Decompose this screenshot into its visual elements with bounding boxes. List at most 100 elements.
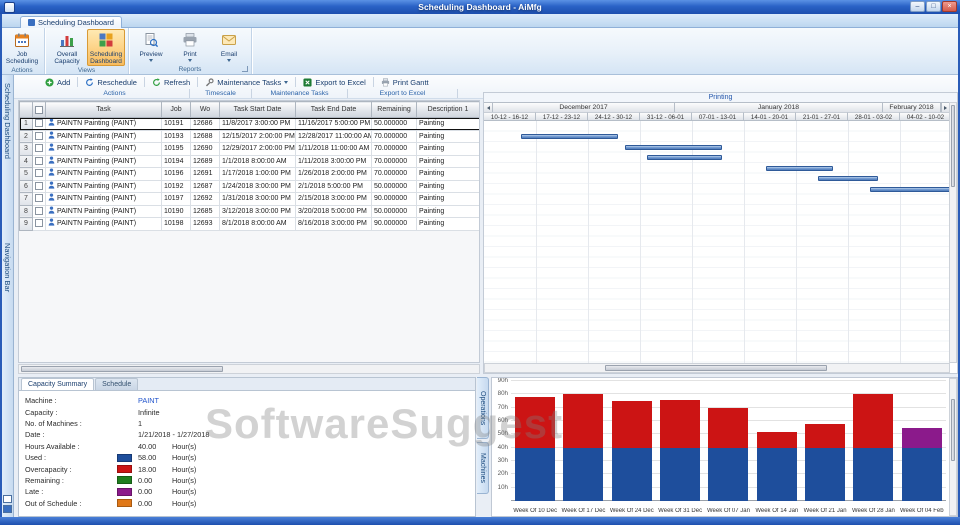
gantt-task-bar[interactable] [870,187,950,192]
row-checkbox[interactable] [35,207,43,215]
table-row[interactable]: 5PAINTN Painting (PAINT)10196126911/17/2… [20,168,480,181]
minimize-button[interactable]: – [910,1,925,12]
gantt-vertical-scrollbar[interactable] [949,102,957,363]
row-checkbox[interactable] [35,169,43,177]
tab-capacity-summary[interactable]: Capacity Summary [21,378,94,390]
task-cell[interactable]: PAINTN Painting (PAINT) [46,155,162,168]
field-unit: Hour(s) [172,442,196,451]
toolbar-button-maintenance-tasks[interactable]: Maintenance Tasks [200,76,293,88]
start-date-cell: 1/31/2018 3:00:00 PM [220,193,296,206]
navbar-scheduling-dashboard-label[interactable]: Scheduling Dashboard [3,83,12,159]
toolbar-button-export-to-excel[interactable]: Export to Excel [298,76,370,88]
bar-segment-overcapacity [515,397,555,448]
tab-machines[interactable]: Machines [477,442,489,494]
wo-cell: 12688 [191,130,220,143]
panel-layout-alt-icon[interactable] [3,505,12,513]
field-value[interactable]: PAINT [138,396,168,405]
gantt-task-bar[interactable] [647,155,721,160]
task-cell[interactable]: PAINTN Painting (PAINT) [46,193,162,206]
toolbar-button-add[interactable]: Add [40,76,75,88]
row-checkbox[interactable] [35,132,43,140]
close-button[interactable]: × [942,1,957,12]
navbar-label[interactable]: Navigation Bar [3,243,12,292]
table-row[interactable]: 4PAINTN Painting (PAINT)10194126891/1/20… [20,155,480,168]
column-header-task[interactable]: Task [46,102,162,118]
gantt-scroll-left-button[interactable] [484,102,493,112]
gantt-horizontal-scrollbar[interactable] [484,363,950,373]
dialog-launcher-icon[interactable] [242,66,248,72]
button-label: Overall Capacity [49,51,85,65]
toolbar-button-print-gantt[interactable]: Print Gantt [376,76,434,88]
end-date-cell: 11/16/2017 5:00:00 PM [296,118,372,131]
gantt-task-bar[interactable] [766,166,833,171]
row-checkbox[interactable] [35,157,43,165]
overall-capacity-button[interactable]: Overall Capacity [48,29,86,66]
row-checkbox[interactable] [35,194,43,202]
chart-bar [660,400,700,501]
gantt-task-bar[interactable] [625,145,722,150]
table-row[interactable]: 2PAINTN Painting (PAINT)101931268812/15/… [20,130,480,143]
scrollbar-thumb[interactable] [21,366,223,372]
start-date-cell: 12/15/2017 2:00:00 PM [220,130,296,143]
panel-layout-icon[interactable] [3,495,12,503]
column-header-description-1[interactable]: Description 1 [417,102,480,118]
tab-operations[interactable]: Operations [477,377,489,439]
job-scheduling-button[interactable]: Job Scheduling [3,29,41,66]
field-label: Machine : [25,396,117,405]
toolbar-button-refresh[interactable]: Refresh [147,76,195,88]
gantt-task-bar[interactable] [818,176,877,181]
row-checkbox[interactable] [35,219,43,227]
print-button[interactable]: Print [171,29,209,64]
task-cell[interactable]: PAINTN Painting (PAINT) [46,130,162,143]
gantt-printing-label[interactable]: Printing [484,93,957,102]
task-cell[interactable]: PAINTN Painting (PAINT) [46,180,162,193]
table-row[interactable]: 9PAINTN Painting (PAINT)10198126938/1/20… [20,218,480,231]
scrollbar-thumb[interactable] [951,399,955,461]
scrollbar-thumb[interactable] [605,365,827,371]
column-header-remaining[interactable]: Remaining [372,102,417,118]
scrollbar-thumb[interactable] [951,105,955,187]
column-header-task-start-date[interactable]: Task Start Date [220,102,296,118]
column-header-job[interactable]: Job [162,102,191,118]
task-cell[interactable]: PAINTN Painting (PAINT) [46,143,162,156]
task-cell[interactable]: PAINTN Painting (PAINT) [46,118,162,131]
column-header-task-end-date[interactable]: Task End Date [296,102,372,118]
ribbon-group-actions: Job Scheduling Actions [0,28,45,74]
column-header-wo[interactable]: Wo [191,102,220,118]
bar-segment-overcapacity [708,408,748,448]
task-cell[interactable]: PAINTN Painting (PAINT) [46,168,162,181]
wo-cell: 12690 [191,143,220,156]
bar-segment-overcapacity [805,424,845,448]
table-row[interactable]: 1PAINTN Painting (PAINT)101911268611/8/2… [20,118,480,131]
select-all-checkbox[interactable] [35,106,43,114]
row-checkbox[interactable] [35,119,43,127]
task-cell[interactable]: PAINTN Painting (PAINT) [46,205,162,218]
table-row[interactable]: 3PAINTN Painting (PAINT)101951269012/29/… [20,143,480,156]
row-checkbox[interactable] [35,182,43,190]
button-label: Scheduling Dashboard [88,51,124,65]
gantt-task-bar[interactable] [521,134,618,139]
remaining-cell: 70.000000 [372,155,417,168]
table-row[interactable]: 7PAINTN Painting (PAINT)10197126921/31/2… [20,193,480,206]
email-button[interactable]: Email [210,29,248,64]
toolbar-button-reschedule[interactable]: Reschedule [80,76,142,88]
scheduling-dashboard-button[interactable]: Scheduling Dashboard [87,29,125,66]
row-number: 9 [20,218,33,231]
table-row[interactable]: 6PAINTN Painting (PAINT)10192126871/24/2… [20,180,480,193]
tab-scheduling-dashboard[interactable]: Scheduling Dashboard [20,16,122,28]
button-label: Refresh [164,78,190,87]
table-row[interactable]: 8PAINTN Painting (PAINT)10190126853/12/2… [20,205,480,218]
person-icon [48,193,55,205]
grid-horizontal-scrollbar[interactable] [18,364,480,374]
task-cell[interactable]: PAINTN Painting (PAINT) [46,218,162,231]
chart-vertical-scrollbar[interactable] [949,378,957,516]
toolbar-group-label-maintenance-tasks: Maintenance Tasks [252,89,348,98]
preview-button[interactable]: Preview [132,29,170,64]
field-unit: Hour(s) [172,476,196,485]
navigation-bar[interactable]: Scheduling Dashboard Navigation Bar [2,75,14,517]
row-checkbox[interactable] [35,144,43,152]
tab-schedule[interactable]: Schedule [95,378,138,390]
maximize-button[interactable]: □ [926,1,941,12]
gantt-gridline [744,121,745,364]
refresh-icon [152,78,161,87]
